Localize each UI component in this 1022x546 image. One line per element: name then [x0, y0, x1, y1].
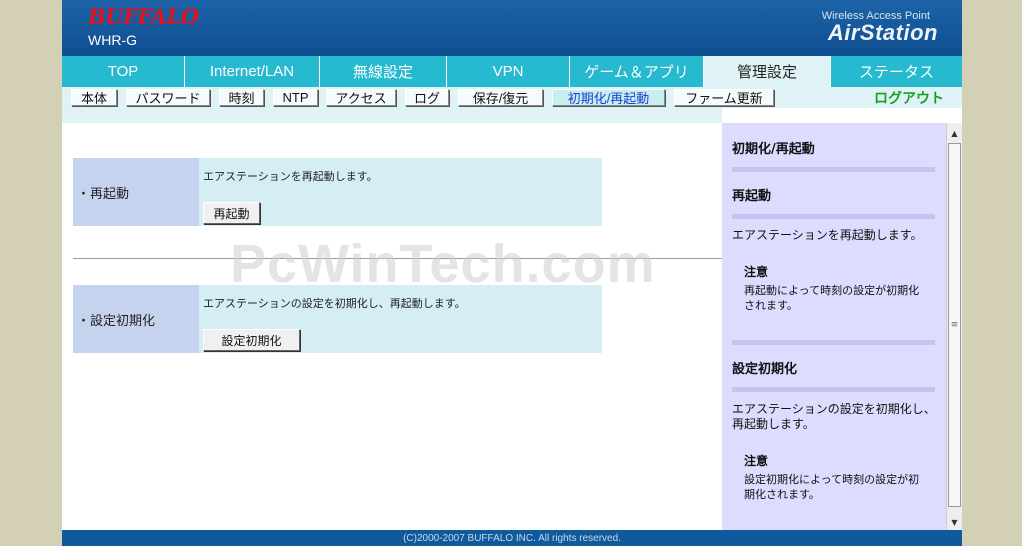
- help-restart-heading: 再起動: [732, 189, 772, 204]
- help-reset-note-line1: 設定初期化によって時刻の設定が初: [744, 473, 920, 486]
- submenu-init-restart[interactable]: 初期化/再起動: [552, 89, 665, 106]
- model-name: WHR-G: [88, 32, 137, 48]
- help-restart-note-line1: 再起動によって時刻の設定が初期化: [744, 284, 920, 297]
- help-restart-note-line2: されます。: [744, 299, 798, 312]
- restart-button[interactable]: 再起動: [203, 202, 260, 224]
- sub-menu: 本体 パスワード 時刻 NTP アクセス ログ 保存/復元 初期化/再起動 ファ…: [62, 87, 962, 108]
- main-content: ・再起動 エアステーションを再起動します。 再起動 ・設定初期化 エアステーショ…: [62, 123, 722, 530]
- help-title: 初期化/再起動: [732, 142, 815, 157]
- help-reset-note-line2: 期化されます。: [744, 488, 820, 501]
- help-restart-note-title: 注意: [744, 265, 769, 279]
- help-restart-text: エアステーションを再起動します。: [732, 228, 923, 242]
- help-divider: [732, 167, 935, 172]
- tab-internet-lan[interactable]: Internet/LAN: [185, 56, 320, 87]
- help-reset-text-line2: 再起動します。: [732, 417, 815, 431]
- help-reset-note-title: 注意: [744, 454, 769, 468]
- restart-body: エアステーションを再起動します。 再起動: [199, 158, 602, 226]
- reset-button[interactable]: 設定初期化: [203, 329, 300, 351]
- help-divider: [732, 214, 935, 219]
- reset-body: エアステーションの設定を初期化し、再起動します。 設定初期化: [199, 285, 602, 353]
- section-divider: [73, 258, 722, 259]
- header: BUFFALO WHR-G Wireless Access Point AirS…: [62, 0, 962, 56]
- scroll-down-arrow-icon[interactable]: ▼: [947, 514, 962, 530]
- product-logo: AirStation: [827, 20, 938, 45]
- help-divider: [732, 387, 935, 392]
- tab-vpn[interactable]: VPN: [447, 56, 570, 87]
- reset-description: エアステーションの設定を初期化し、再起動します。: [203, 297, 466, 310]
- brand-logo: BUFFALO: [88, 4, 199, 29]
- help-reset-heading: 設定初期化: [732, 362, 798, 377]
- help-scrollbar[interactable]: ▲ ≡ ▼: [946, 123, 962, 530]
- scroll-up-arrow-icon[interactable]: ▲: [947, 125, 962, 141]
- help-reset-text-line1: エアステーションの設定を初期化し、: [732, 402, 936, 416]
- tab-status[interactable]: ステータス: [831, 56, 962, 87]
- submenu-time[interactable]: 時刻: [219, 89, 264, 106]
- main-tabs: TOP Internet/LAN 無線設定 VPN ゲーム＆アプリ 管理設定 ス…: [62, 56, 962, 87]
- tab-admin[interactable]: 管理設定: [704, 56, 831, 87]
- submenu-log[interactable]: ログ: [405, 89, 449, 106]
- submenu-firmware-update[interactable]: ファーム更新: [674, 89, 774, 106]
- submenu-ntp[interactable]: NTP: [273, 89, 318, 106]
- restart-section: ・再起動 エアステーションを再起動します。 再起動: [73, 158, 602, 226]
- submenu-main-unit[interactable]: 本体: [71, 89, 117, 106]
- sub-menu-spacer: [62, 108, 722, 123]
- copyright-footer: (C)2000-2007 BUFFALO INC. All rights res…: [62, 530, 962, 546]
- logout-link[interactable]: ログアウト: [874, 88, 944, 108]
- restart-description: エアステーションを再起動します。: [203, 170, 378, 183]
- submenu-save-restore[interactable]: 保存/復元: [458, 89, 543, 106]
- router-admin-page: BUFFALO WHR-G Wireless Access Point AirS…: [62, 0, 962, 546]
- tab-wireless[interactable]: 無線設定: [320, 56, 447, 87]
- tab-game-apps[interactable]: ゲーム＆アプリ: [570, 56, 704, 87]
- reset-label: ・設定初期化: [73, 285, 199, 353]
- submenu-password[interactable]: パスワード: [126, 89, 210, 106]
- submenu-access[interactable]: アクセス: [326, 89, 396, 106]
- help-panel: 初期化/再起動 再起動 エアステーションを再起動します。 注意 再起動によって時…: [722, 123, 946, 530]
- tab-top[interactable]: TOP: [62, 56, 185, 87]
- scroll-thumb[interactable]: ≡: [948, 143, 961, 507]
- reset-section: ・設定初期化 エアステーションの設定を初期化し、再起動します。 設定初期化: [73, 285, 602, 353]
- help-divider: [732, 340, 935, 345]
- restart-label: ・再起動: [73, 158, 199, 226]
